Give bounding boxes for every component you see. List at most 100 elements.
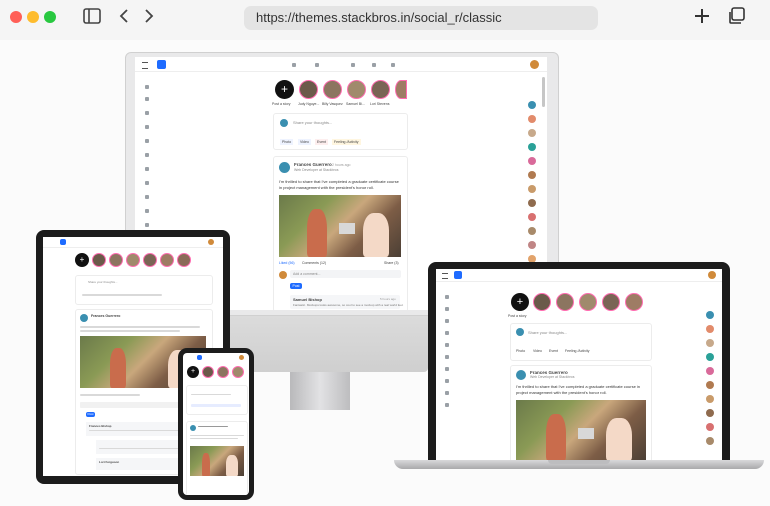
- story-item[interactable]: [160, 253, 174, 267]
- post-photo[interactable]: [516, 400, 646, 460]
- back-icon[interactable]: [112, 7, 136, 29]
- chat-icon[interactable]: [351, 63, 355, 67]
- app-navbar: [135, 57, 547, 72]
- composer-input[interactable]: Share your thoughts...: [88, 280, 118, 284]
- settings-icon[interactable]: [391, 63, 395, 67]
- feeling-button[interactable]: Feeling /Activity: [565, 349, 590, 353]
- post-role: Web Developer at Stackbros: [530, 375, 575, 379]
- story-label: Post a story: [508, 314, 527, 318]
- story-item[interactable]: [625, 293, 643, 311]
- composer-card: Share your thoughts... Photo Video Event…: [273, 113, 408, 150]
- browser-toolbar: https://themes.stackbros.in/social_r/cla…: [0, 0, 770, 40]
- photo-button[interactable]: Photo: [280, 139, 294, 145]
- story-name: Samuel Bi...: [346, 102, 365, 106]
- comment-time: 5 hours ago: [380, 297, 396, 301]
- avatar: [279, 162, 290, 173]
- avatar[interactable]: [708, 271, 716, 279]
- mockup-showcase-image: + Post a story Judy Nguye... Billy Vasqu…: [0, 40, 770, 506]
- story-item[interactable]: [556, 293, 574, 311]
- post-author[interactable]: Frances Guerrero: [91, 314, 120, 318]
- feeling-button[interactable]: Feeling /Activity: [332, 139, 361, 145]
- share-button[interactable]: Share (3): [384, 261, 399, 265]
- folder-icon[interactable]: [315, 63, 319, 67]
- post-text: I'm thrilled to share that I've complete…: [279, 179, 399, 190]
- menu-icon[interactable]: [442, 273, 448, 279]
- story-item[interactable]: [109, 253, 123, 267]
- post-author[interactable]: Frances Guerrero: [294, 162, 332, 167]
- app-logo[interactable]: [197, 355, 202, 360]
- story-name: Billy Vasquez: [322, 102, 343, 106]
- story-item[interactable]: [602, 293, 620, 311]
- comment-author[interactable]: Samuel Bishop: [293, 297, 322, 302]
- minimize-window-button[interactable]: [27, 11, 39, 23]
- menu-icon[interactable]: [142, 62, 148, 69]
- story-item[interactable]: [299, 80, 318, 99]
- tabs-icon[interactable]: [724, 7, 748, 29]
- post-button[interactable]: Post: [290, 283, 302, 289]
- post-text: I'm thrilled to share that I've complete…: [516, 384, 641, 395]
- laptop-screen: + Post a story Share your thoughts... Ph…: [436, 269, 722, 460]
- forward-icon[interactable]: [137, 7, 161, 29]
- story-item[interactable]: [126, 253, 140, 267]
- laptop-notch: [548, 460, 610, 464]
- avatar: [279, 271, 287, 279]
- composer-input[interactable]: Share your thoughts...: [528, 330, 567, 335]
- video-button[interactable]: Video: [533, 349, 542, 353]
- close-window-button[interactable]: [10, 11, 22, 23]
- video-button[interactable]: Video: [298, 139, 311, 145]
- bell-icon[interactable]: [372, 63, 376, 67]
- new-tab-icon[interactable]: [690, 7, 714, 29]
- post-photo[interactable]: [279, 195, 401, 257]
- story-item[interactable]: [395, 80, 407, 99]
- post-role: Web Developer at Stackbros: [294, 168, 339, 172]
- story-item[interactable]: [92, 253, 106, 267]
- photo-button[interactable]: Photo: [516, 349, 525, 353]
- home-icon[interactable]: [292, 63, 296, 67]
- story-item[interactable]: [177, 253, 191, 267]
- add-story-button[interactable]: +: [511, 293, 529, 311]
- comment-input[interactable]: Add a comment...: [290, 270, 401, 278]
- story-item[interactable]: [533, 293, 551, 311]
- avatar[interactable]: [239, 355, 244, 360]
- sidebar-icon[interactable]: [80, 7, 104, 29]
- avatar[interactable]: [208, 239, 214, 245]
- add-story-button[interactable]: +: [275, 80, 294, 99]
- composer-card: Share your thoughts... Photo Video Event…: [510, 323, 652, 361]
- app-logo[interactable]: [454, 271, 462, 279]
- story-name: Judy Nguye...: [298, 102, 320, 106]
- event-button[interactable]: Event: [315, 139, 328, 145]
- story-item[interactable]: [217, 366, 229, 378]
- app-logo[interactable]: [157, 60, 166, 69]
- story-item[interactable]: [579, 293, 597, 311]
- story-label: Post a story: [272, 102, 291, 106]
- monitor-chin: [228, 312, 428, 372]
- comment-text: Fantastic. Mockups looks awesome, so coo…: [293, 303, 404, 307]
- comments-button[interactable]: Comments (12): [302, 261, 326, 265]
- scrollbar[interactable]: [542, 77, 545, 107]
- post-photo[interactable]: [190, 446, 244, 476]
- phone-screen: +: [183, 353, 249, 495]
- story-item[interactable]: [202, 366, 214, 378]
- story-item[interactable]: [323, 80, 342, 99]
- avatar[interactable]: [530, 60, 539, 69]
- composer-input[interactable]: Share your thoughts...: [293, 120, 332, 125]
- maximize-window-button[interactable]: [44, 11, 56, 23]
- composer-card: [186, 385, 248, 415]
- event-button[interactable]: Event: [549, 349, 558, 353]
- story-item[interactable]: [232, 366, 244, 378]
- address-bar[interactable]: https://themes.stackbros.in/social_r/cla…: [244, 6, 598, 30]
- story-item[interactable]: [371, 80, 390, 99]
- post-card: Frances Guerrero 2 hours ago Web Develop…: [273, 156, 408, 310]
- post-card: Frances Guerrero Web Developer at Stackb…: [510, 365, 652, 460]
- story-item[interactable]: [347, 80, 366, 99]
- app-logo[interactable]: [60, 239, 66, 245]
- post-button[interactable]: Post: [86, 412, 95, 417]
- add-story-button[interactable]: +: [187, 366, 199, 378]
- story-name: Lori Stevens: [370, 102, 390, 106]
- comment-author[interactable]: Lori Ferguson: [99, 460, 119, 464]
- comment-author[interactable]: Frances Bishop: [89, 424, 112, 428]
- like-button[interactable]: Liked (56): [279, 261, 295, 265]
- add-story-button[interactable]: +: [75, 253, 89, 267]
- story-item[interactable]: [143, 253, 157, 267]
- post-card: [186, 421, 248, 495]
